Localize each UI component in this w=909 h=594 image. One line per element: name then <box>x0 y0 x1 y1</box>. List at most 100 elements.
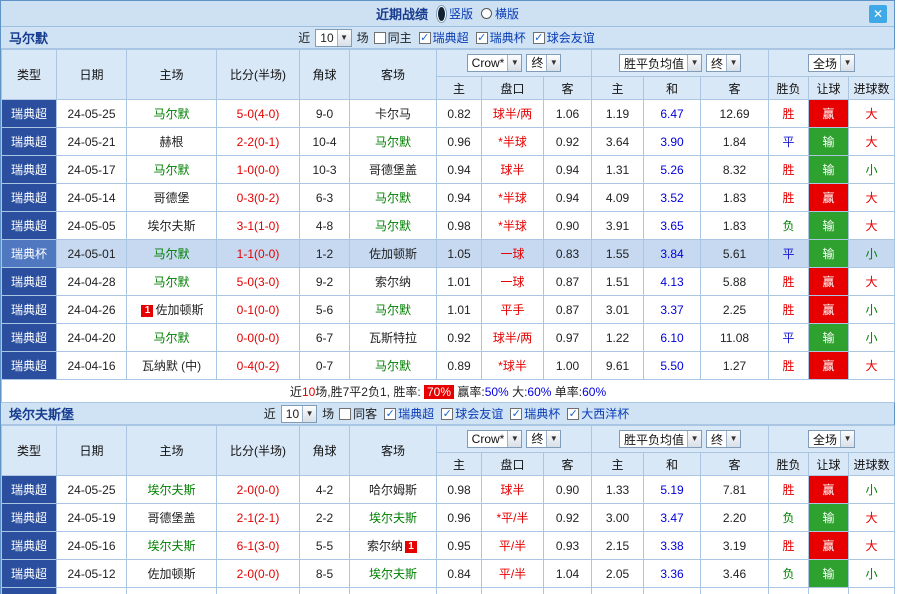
cell-league: 瑞典超 <box>2 212 57 240</box>
cell-away-team: 卡尔马 <box>350 100 437 128</box>
cell-home-team <box>127 588 217 594</box>
match-count-select[interactable]: 10▼ <box>315 29 351 47</box>
cell-draw-odds: 5.26 <box>644 156 701 184</box>
col-goals: 进球数 <box>849 77 895 100</box>
cell-win-odds: 1.33 <box>592 476 644 504</box>
team-name: 瓦纳默 (中) <box>142 359 201 373</box>
cell-score: 0-4(0-2) <box>217 352 300 380</box>
cell-league: 瑞典超 <box>2 588 57 594</box>
checkbox-icon <box>339 408 351 420</box>
cell-draw-odds: 3.84 <box>644 240 701 268</box>
col-type: 类型 <box>2 426 57 476</box>
team-name: 哈尔姆斯 <box>369 483 417 497</box>
cell-result: 胜 <box>769 532 809 560</box>
avg-select[interactable]: 胜平负均值▼ <box>619 430 702 448</box>
cell-away-team <box>350 588 437 594</box>
chevron-down-icon: ▼ <box>507 55 521 71</box>
col-draw: 和 <box>644 453 701 476</box>
cell-date: 24-04-26 <box>57 296 127 324</box>
team-name: 马尔默 <box>375 359 411 373</box>
cell-home-odds: 0.84 <box>437 560 482 588</box>
cell-handicap: 平/半 <box>482 532 544 560</box>
fulltime-select-value: 全场 <box>813 55 840 72</box>
cell-handicap: 球半/两 <box>482 324 544 352</box>
cell-league: 瑞典超 <box>2 560 57 588</box>
cell-result: 胜 <box>769 268 809 296</box>
cell-handicap-result: 输 <box>809 504 849 532</box>
league-checkbox-label: 瑞典超 <box>398 405 434 422</box>
cell-result: 平 <box>769 240 809 268</box>
cell-corners: 2-2 <box>300 504 350 532</box>
cell-goals: 大 <box>849 128 895 156</box>
match-row: 瑞典超 <box>2 588 895 594</box>
cell-goals: 小 <box>849 560 895 588</box>
team-name: 哥德堡盖 <box>369 163 417 177</box>
league-checkbox[interactable]: ✓瑞典杯 <box>476 29 526 46</box>
avg-odds-header: 胜平负均值▼终▼ <box>592 50 769 77</box>
cell-draw-odds: 4.13 <box>644 268 701 296</box>
summary-part: 50% <box>485 385 509 399</box>
cell-home-team: 埃尔夫斯 <box>127 532 217 560</box>
avg-select-value: 胜平负均值 <box>624 431 687 448</box>
horizontal-layout-label[interactable]: 横版 <box>495 5 519 22</box>
match-count-select[interactable]: 10▼ <box>281 405 317 423</box>
horizontal-layout-radio[interactable] <box>481 8 492 19</box>
final-avg-select[interactable]: 终▼ <box>706 54 741 72</box>
cell-lose-odds: 8.32 <box>701 156 769 184</box>
cell-handicap <box>482 588 544 594</box>
same-venue-checkbox[interactable]: 同主 <box>374 29 412 46</box>
close-button[interactable]: ✕ <box>869 5 887 23</box>
league-checkbox[interactable]: ✓球会友谊 <box>441 405 503 422</box>
cell-win-odds: 1.51 <box>592 268 644 296</box>
dialog-panel: 近期战绩 竖版 横版 ✕ 马尔默 近10▼场同主✓瑞典超✓瑞典杯✓球会友谊 类型… <box>0 0 895 594</box>
cell-handicap: 球半 <box>482 156 544 184</box>
cell-home-odds <box>437 588 482 594</box>
cell-handicap-result: 输 <box>809 560 849 588</box>
summary-part: 赢率: <box>454 385 485 399</box>
cell-home-team: 哥德堡盖 <box>127 504 217 532</box>
team-name: 马尔默 <box>375 303 411 317</box>
league-checkbox[interactable]: ✓瑞典超 <box>384 405 434 422</box>
company-select[interactable]: Crow*▼ <box>467 430 523 448</box>
summary-part: 10 <box>302 385 315 399</box>
cell-home-team: 1佐加顿斯 <box>127 296 217 324</box>
league-checkbox[interactable]: ✓大西洋杯 <box>567 405 629 422</box>
cell-handicap-result: 赢 <box>809 352 849 380</box>
company-select[interactable]: Crow*▼ <box>467 54 523 72</box>
cell-handicap: 平/半 <box>482 560 544 588</box>
fulltime-select[interactable]: 全场▼ <box>808 54 855 72</box>
near-label: 近 <box>298 29 310 46</box>
summary-part: 70% <box>424 385 454 399</box>
cell-result: 平 <box>769 324 809 352</box>
cell-away-team: 马尔默 <box>350 296 437 324</box>
cell-score: 5-0(4-0) <box>217 100 300 128</box>
league-checkbox[interactable]: ✓瑞典杯 <box>510 405 560 422</box>
avg-select[interactable]: 胜平负均值▼ <box>619 54 702 72</box>
vertical-layout-radio[interactable] <box>436 5 447 23</box>
league-checkbox[interactable]: ✓球会友谊 <box>533 29 595 46</box>
final-odds-select[interactable]: 终▼ <box>526 54 561 72</box>
league-checkbox[interactable]: ✓瑞典超 <box>419 29 469 46</box>
cell-draw-odds: 3.47 <box>644 504 701 532</box>
final-select-value: 终 <box>531 54 546 71</box>
cell-corners: 4-8 <box>300 212 350 240</box>
fulltime-select-value: 全场 <box>813 431 840 448</box>
cell-result: 胜 <box>769 100 809 128</box>
cell-home-team: 马尔默 <box>127 268 217 296</box>
final-avg-select[interactable]: 终▼ <box>706 430 741 448</box>
cell-result: 负 <box>769 212 809 240</box>
cell-result: 平 <box>769 128 809 156</box>
cell-league: 瑞典超 <box>2 296 57 324</box>
cell-corners: 5-5 <box>300 532 350 560</box>
summary-part: 场,胜7平2负1, 胜率: <box>315 385 424 399</box>
cell-win-odds: 9.61 <box>592 352 644 380</box>
fulltime-select[interactable]: 全场▼ <box>808 430 855 448</box>
cell-home-team: 埃尔夫斯 <box>127 212 217 240</box>
final-odds-select[interactable]: 终▼ <box>526 430 561 448</box>
same-venue-checkbox[interactable]: 同客 <box>339 405 377 422</box>
cell-draw-odds <box>644 588 701 594</box>
cell-home-team: 马尔默 <box>127 324 217 352</box>
league-checkbox-label: 瑞典杯 <box>490 29 526 46</box>
vertical-layout-label[interactable]: 竖版 <box>449 5 473 22</box>
cell-win-odds: 3.00 <box>592 504 644 532</box>
